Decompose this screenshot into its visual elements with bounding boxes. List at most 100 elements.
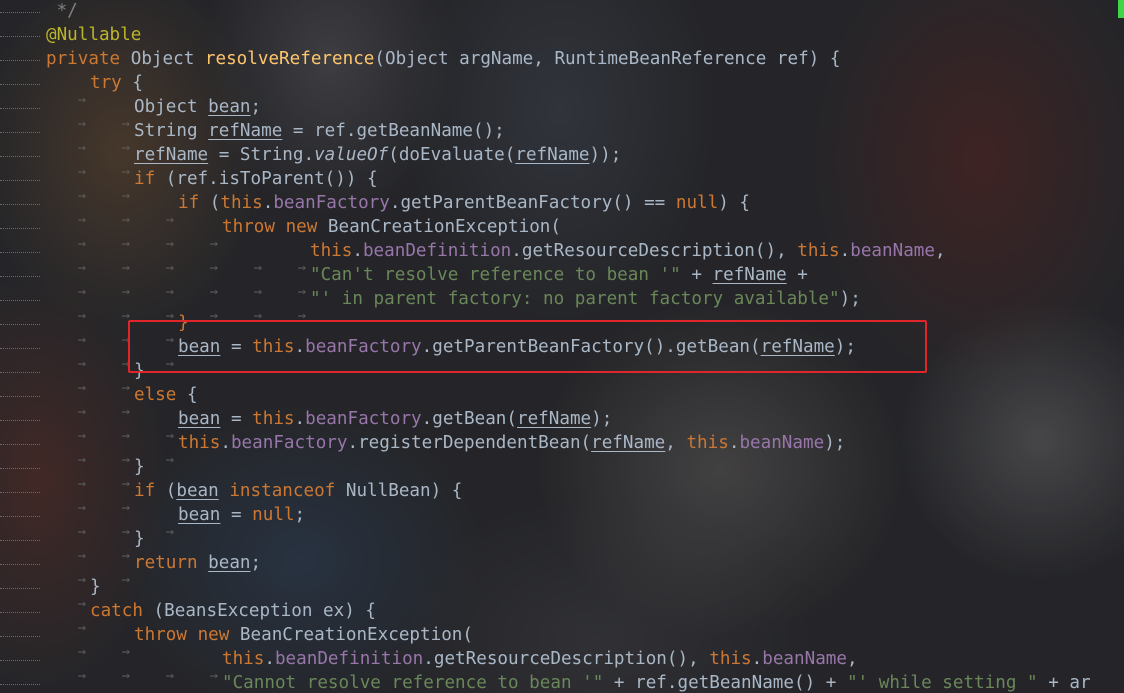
code-text: NullBean) { (335, 481, 463, 501)
code-text: )); (589, 145, 622, 165)
keyword: new (197, 625, 230, 645)
code-line-throw-arg2[interactable]: "Can't resolve reference to bean '" + re… (46, 263, 808, 304)
code-text: .getParentBeanFactory() == (389, 193, 676, 213)
keyword: this (709, 649, 752, 669)
code-line-annotation[interactable]: @Nullable (46, 23, 141, 47)
keyword: this (310, 241, 353, 261)
string-literal: "Can't resolve reference to bean '" (310, 265, 681, 285)
string-literal: "' in parent factory: no parent factory … (310, 289, 840, 309)
indent-guide-gutter (0, 0, 46, 693)
variable-bean: bean (208, 553, 251, 573)
string-literal: "' while setting " (846, 673, 1038, 693)
code-text: (BeansException ex) { (142, 601, 377, 621)
keyword: this (686, 433, 729, 453)
code-text: , (846, 649, 858, 669)
code-text: . (751, 649, 763, 669)
code-line-throw-arg1[interactable]: this.beanDefinition.getResourceDescripti… (46, 239, 946, 280)
code-line-throw[interactable]: throw new BeanCreationException( (46, 623, 473, 664)
code-line-throw-arg3[interactable]: "' in parent factory: no parent factory … (46, 287, 861, 328)
code-line-throw-arg1[interactable]: this.beanDefinition.getResourceDescripti… (46, 647, 858, 688)
code-line-refname-decl[interactable]: String refName = ref.getBeanName(); (46, 119, 505, 160)
keyword: else (134, 385, 177, 405)
code-text: ); (591, 409, 613, 429)
code-line-bean-null[interactable]: bean = null; (46, 503, 306, 544)
code-line-get-bean[interactable]: bean = this.beanFactory.getBean(refName)… (46, 407, 613, 448)
field-name: beanDefinition (274, 649, 424, 669)
variable-refname: refName (591, 433, 666, 453)
code-text: (Object argName, RuntimeBeanReference re… (374, 49, 841, 69)
code-text: . (352, 241, 363, 261)
field-name: beanFactory (230, 433, 348, 453)
code-text: (doEvaluate( (388, 145, 516, 165)
code-editor[interactable]: */ @Nullable private Object resolveRefer… (0, 0, 1124, 693)
code-line-try[interactable]: try { (46, 71, 143, 112)
code-line-close-brace[interactable]: } (46, 527, 145, 568)
keyword: if (134, 169, 156, 189)
code-text: . (264, 649, 275, 669)
code-text: = ref.getBeanName(); (282, 121, 505, 141)
keyword: this (220, 193, 263, 213)
code-line-if-parent[interactable]: if (ref.isToParent()) { (46, 167, 378, 208)
keyword: this (797, 241, 840, 261)
code-line-else[interactable]: else { (46, 383, 198, 424)
code-text: ); (839, 289, 861, 309)
scrollbar-marker[interactable] (1118, 0, 1124, 18)
code-text: = (220, 505, 253, 525)
code-text: (ref.isToParent()) { (155, 169, 378, 189)
keyword: if (178, 193, 200, 213)
code-line-close-brace[interactable]: } (46, 575, 101, 616)
field-name: beanName (850, 241, 935, 261)
brace: } (134, 457, 145, 477)
keyword: null (252, 505, 295, 525)
keyword: null (675, 193, 719, 213)
code-text: .getResourceDescription(), (511, 241, 798, 261)
code-line-close-brace[interactable]: } (46, 455, 145, 496)
keyword: private (46, 49, 121, 69)
code-text: + (786, 265, 808, 285)
keyword: this (222, 649, 265, 669)
keyword: this (178, 433, 221, 453)
code-line-if-nullbean[interactable]: if (bean instanceof NullBean) { (46, 479, 463, 520)
code-text: . (839, 241, 851, 261)
code-text: ) { (718, 193, 751, 213)
code-text: = String. (208, 145, 315, 165)
code-text: Object (120, 49, 205, 69)
field-name: beanDefinition (362, 241, 512, 261)
code-line-bean-decl[interactable]: Object bean; (46, 95, 262, 136)
field-name: beanName (739, 433, 825, 453)
variable-bean: bean (178, 409, 221, 429)
code-line-catch[interactable]: catch (BeansException ex) { (46, 599, 377, 640)
code-text: { (121, 73, 143, 93)
variable-refname: refName (712, 265, 787, 285)
code-text: + ar (1037, 673, 1091, 693)
code-text: , (934, 241, 946, 261)
static-method: valueOf (314, 145, 389, 165)
code-line-refname-eval[interactable]: refName = String.valueOf(doEvaluate(refN… (46, 143, 622, 184)
keyword: throw (222, 217, 275, 237)
code-line-throw[interactable]: throw new BeanCreationException( (46, 215, 561, 256)
keyword: try (90, 73, 122, 93)
code-text: .getBean( (421, 409, 517, 429)
code-text: , (665, 433, 687, 453)
code-text: ; (250, 553, 262, 573)
code-text: . (220, 433, 231, 453)
code-text: ; (250, 97, 262, 117)
field-name: beanFactory (305, 409, 422, 429)
variable-refname: refName (515, 145, 590, 165)
string-literal: "Cannot resolve reference to bean '" (222, 673, 604, 693)
code-line-register-dependent[interactable]: this.beanFactory.registerDependentBean(r… (46, 431, 846, 472)
code-line-comment-end[interactable]: */ (46, 0, 78, 23)
variable-refname: refName (208, 121, 283, 141)
code-text: ); (824, 433, 846, 453)
field-name: beanFactory (273, 193, 390, 213)
code-line-return[interactable]: return bean; (46, 551, 262, 592)
annotation-nullable: @Nullable (46, 25, 142, 45)
code-line-method-signature[interactable]: private Object resolveReference(Object a… (46, 47, 840, 71)
code-line-if-null-factory[interactable]: if (this.beanFactory.getParentBeanFactor… (46, 191, 751, 232)
keyword: new (285, 217, 318, 237)
code-text: ( (199, 193, 221, 213)
code-text: + ref.getBeanName() + (603, 673, 847, 693)
code-line-throw-arg2[interactable]: "Cannot resolve reference to bean '" + r… (46, 671, 1091, 693)
